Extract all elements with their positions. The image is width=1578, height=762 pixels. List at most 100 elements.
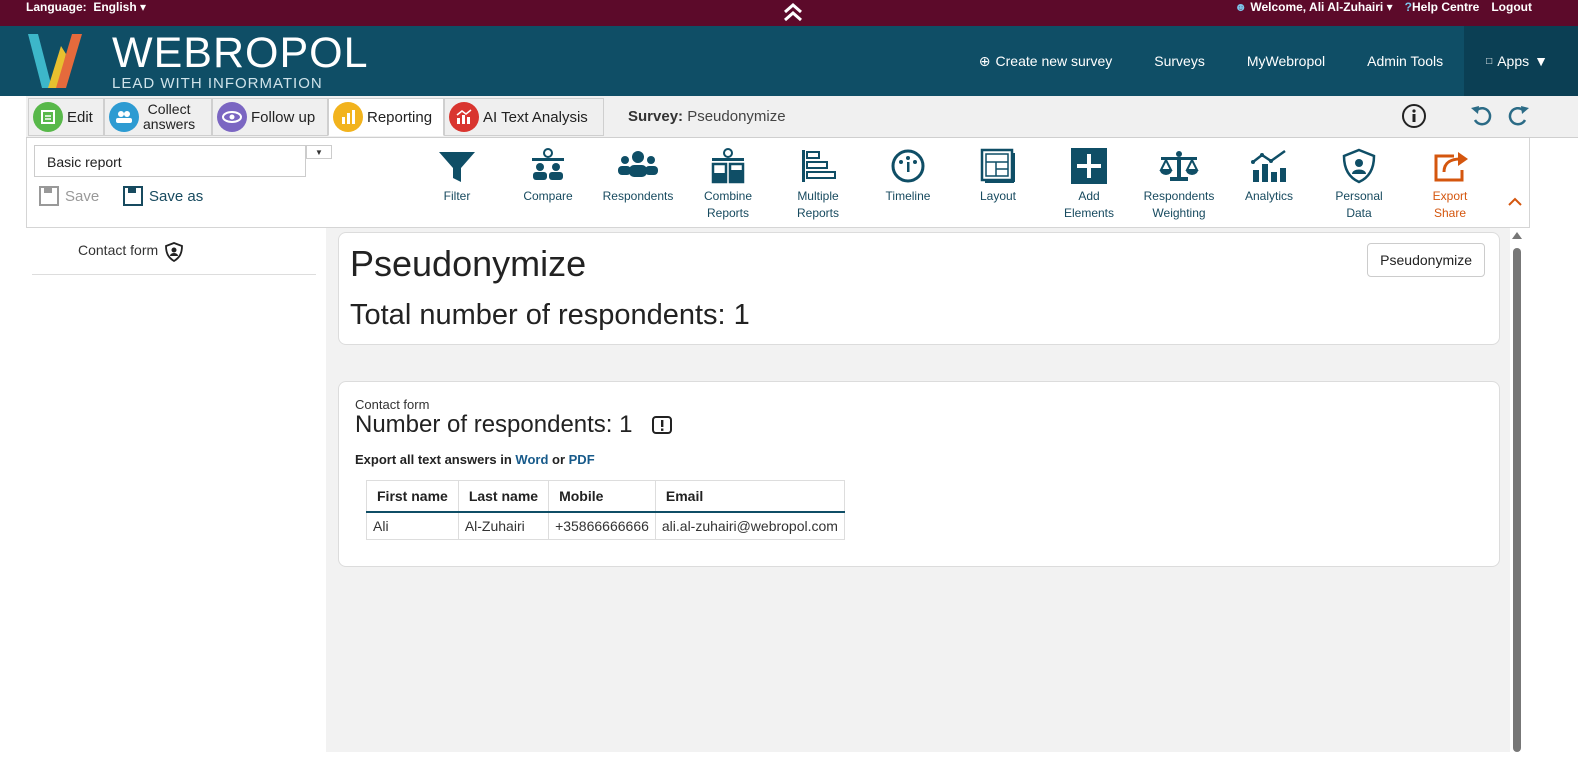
personal-data-tool[interactable]: Personal Data	[1319, 146, 1399, 222]
export-or-label: or	[552, 452, 566, 467]
filter-tool[interactable]: Filter	[417, 146, 497, 205]
multiple-label-1: Multiple	[797, 189, 839, 203]
sidebar-item-label: Contact form	[78, 242, 159, 258]
undo-icon[interactable]	[1468, 102, 1496, 130]
add-label-1: Add	[1078, 189, 1100, 203]
language-selector[interactable]: Language: English ▾	[26, 0, 146, 14]
save-as-label: Save as	[149, 187, 204, 205]
tab-ai-text-analysis[interactable]: AI Text Analysis	[444, 98, 604, 136]
export-pdf-link[interactable]: PDF	[569, 452, 595, 467]
add-elements-tool[interactable]: Add Elements	[1049, 146, 1129, 222]
combine-reports-tool[interactable]: Combine Reports	[688, 146, 768, 222]
timeline-icon	[891, 149, 925, 183]
collapse-header-icon[interactable]	[780, 0, 806, 24]
total-respondents: Total number of respondents: 1	[350, 299, 750, 331]
shield-user-icon	[165, 242, 184, 262]
top-bar: Language: English ▾ ☻ Welcome, Ali Al-Zu…	[0, 0, 1578, 26]
scrollbar-thumb[interactable]	[1513, 248, 1521, 752]
alert-icon[interactable]	[651, 414, 673, 436]
table-cell: +35866666666	[548, 511, 656, 540]
report-title: Pseudonymize	[350, 243, 587, 284]
eye-icon	[217, 102, 247, 132]
analytics-icon	[1251, 149, 1286, 182]
chevron-up-icon[interactable]	[1507, 194, 1523, 210]
respondents-table: First name Last name Mobile Email Ali Al…	[366, 480, 845, 540]
people-icon	[109, 102, 139, 132]
compare-tool[interactable]: Compare	[508, 146, 588, 205]
filter-icon	[439, 152, 475, 182]
report-select[interactable]: Basic report	[34, 145, 306, 177]
tab-follow-up[interactable]: Follow up	[212, 98, 328, 136]
weighting-label-2: Weighting	[1152, 206, 1206, 220]
mywebropol-link[interactable]: MyWebropol	[1226, 26, 1346, 96]
timeline-label: Timeline	[885, 189, 931, 203]
tab-reporting[interactable]: Reporting	[328, 98, 444, 136]
report-sidebar: Contact form	[0, 228, 326, 762]
table-cell: ali.al-zuhairi@webropol.com	[654, 511, 845, 540]
export-label-2: Share	[1433, 206, 1467, 220]
combine-label-1: Combine	[703, 189, 753, 203]
welcome-label: Welcome, Ali Al-Zuhairi	[1250, 0, 1384, 14]
tab-collect-answers[interactable]: Collect answers	[104, 98, 212, 136]
add-plus-icon	[1071, 148, 1107, 184]
personal-label-2: Data	[1346, 206, 1372, 220]
tab-edit-label: Edit	[67, 108, 93, 126]
export-label-1: Export	[1432, 189, 1468, 203]
export-text-answers: Export all text answers in Word or PDF	[355, 452, 595, 467]
create-survey-link[interactable]: ⊕ Create new survey	[958, 26, 1133, 96]
edit-icon	[33, 102, 63, 132]
multiple-label-2: Reports	[796, 206, 840, 220]
language-value: English	[93, 0, 137, 14]
scroll-up-arrow-icon[interactable]	[1512, 232, 1522, 239]
respondent-count-label: Number of respondents: 1	[355, 411, 633, 438]
sidebar-item-contact-form[interactable]: Contact form	[32, 242, 316, 275]
user-icon: ☻	[1234, 0, 1247, 14]
webropol-logo[interactable]: WEBROPOL LEAD WITH INFORMATION	[26, 30, 368, 92]
help-label: Help Centre	[1411, 0, 1480, 14]
create-survey-label: Create new survey	[995, 53, 1113, 69]
column-header: Mobile	[548, 480, 656, 513]
multiple-reports-tool[interactable]: Multiple Reports	[778, 146, 858, 222]
tab-reporting-label: Reporting	[367, 108, 433, 126]
main-header: WEBROPOL LEAD WITH INFORMATION ⊕ Create n…	[0, 26, 1578, 96]
caret-down-icon: ▾	[140, 0, 147, 14]
layout-tool[interactable]: Layout	[958, 146, 1038, 205]
survey-name-value: Pseudonymize	[687, 108, 786, 125]
caret-down-icon: ▼	[1534, 53, 1548, 69]
chevron-down-icon[interactable]: ▼	[306, 145, 332, 159]
analytics-tool[interactable]: Analytics	[1229, 146, 1309, 205]
admin-tools-link[interactable]: Admin Tools	[1346, 26, 1464, 96]
apps-menu[interactable]: □ Apps ▼	[1464, 26, 1578, 96]
export-word-link[interactable]: Word	[515, 452, 548, 467]
vertical-scrollbar[interactable]	[1510, 228, 1526, 752]
analytics-label: Analytics	[1244, 189, 1294, 203]
respondents-tool[interactable]: Respondents	[598, 146, 678, 205]
bar-chart-icon	[333, 102, 363, 132]
add-label-2: Elements	[1063, 206, 1115, 220]
plus-circle-icon: ⊕	[978, 52, 991, 69]
caret-down-icon: ▾	[1386, 0, 1393, 14]
export-share-icon	[1434, 152, 1468, 182]
info-icon[interactable]	[1400, 102, 1428, 130]
weighting-label-1: Respondents	[1143, 189, 1215, 203]
layout-label: Layout	[979, 189, 1017, 203]
save-button[interactable]: Save	[39, 186, 99, 206]
export-share-tool[interactable]: Export Share	[1410, 146, 1490, 222]
respondents-weighting-tool[interactable]: Respondents Weighting	[1139, 146, 1219, 222]
respondents-label: Respondents	[602, 189, 674, 203]
welcome-user-menu[interactable]: ☻ Welcome, Ali Al-Zuhairi ▾	[1234, 0, 1392, 14]
tab-edit[interactable]: Edit	[28, 98, 104, 136]
pseudonymize-button[interactable]: Pseudonymize	[1367, 243, 1485, 277]
analysis-icon	[449, 102, 479, 132]
combine-reports-icon	[711, 148, 745, 184]
timeline-tool[interactable]: Timeline	[868, 146, 948, 205]
help-centre-link[interactable]: ?Help Centre	[1405, 0, 1480, 14]
surveys-link[interactable]: Surveys	[1133, 26, 1226, 96]
compare-icon	[532, 148, 564, 180]
save-as-button[interactable]: Save as	[123, 186, 203, 206]
section-label: Contact form	[355, 397, 430, 412]
logout-link[interactable]: Logout	[1491, 0, 1532, 14]
redo-icon[interactable]	[1504, 102, 1532, 130]
multiple-reports-icon	[802, 150, 836, 182]
compare-label: Compare	[523, 189, 573, 203]
